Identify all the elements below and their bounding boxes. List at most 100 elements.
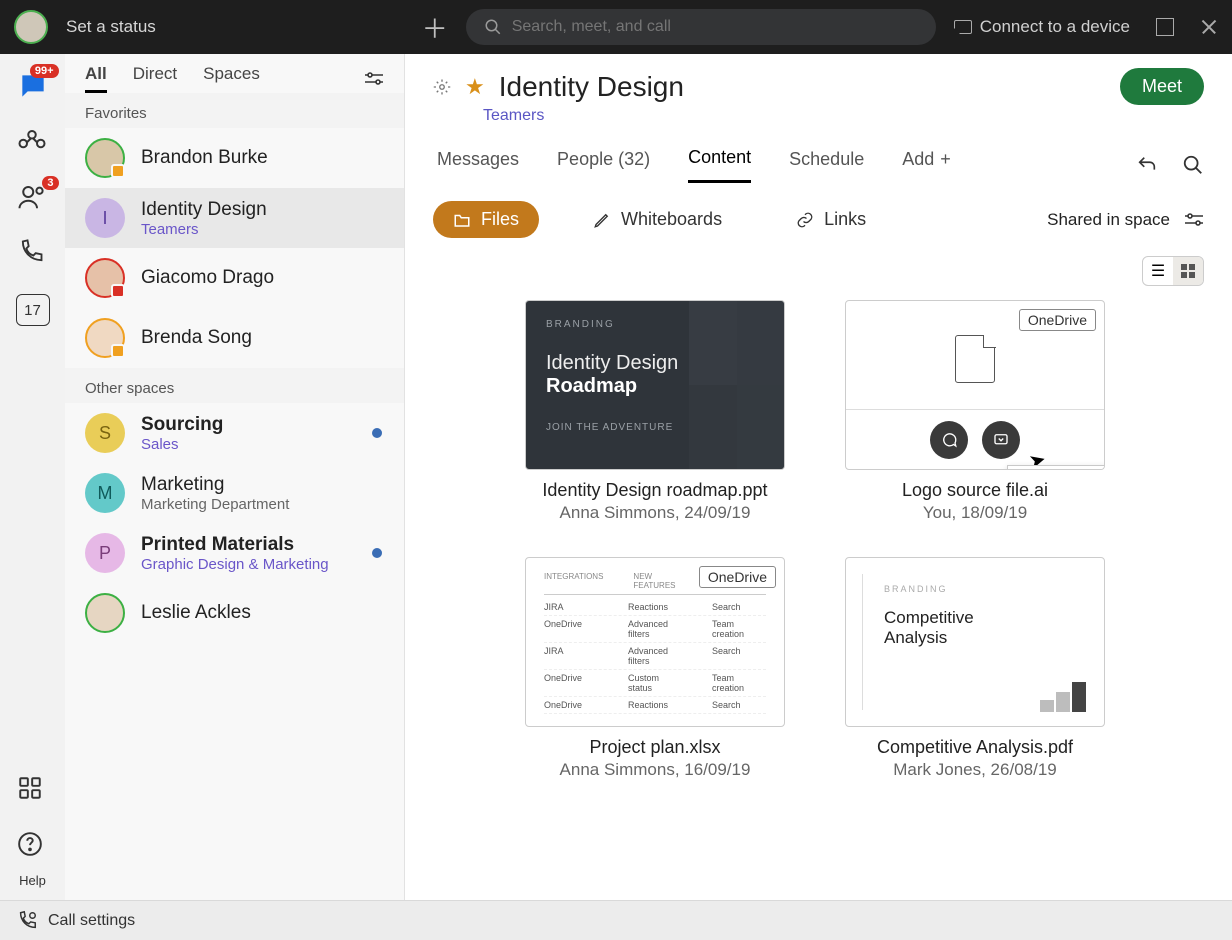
space-avatar: P xyxy=(85,533,125,573)
content-tab-whiteboards[interactable]: Whiteboards xyxy=(573,201,742,238)
sidebar-item-marketing[interactable]: M Marketing Marketing Department xyxy=(65,463,404,523)
favorite-star-icon[interactable]: ★ xyxy=(465,74,485,100)
content-tab-label: Files xyxy=(481,209,519,230)
search-icon xyxy=(484,18,502,36)
nav-messaging-badge: 99+ xyxy=(30,64,59,78)
calendar-day-number: 17 xyxy=(24,302,41,319)
view-toggle: ☰ xyxy=(1142,256,1204,286)
sidebar-tab-direct[interactable]: Direct xyxy=(133,64,177,93)
sidebar-item-printed[interactable]: P Printed Materials Graphic Design & Mar… xyxy=(65,523,404,583)
file-card[interactable]: BRANDING Identity Design Roadmap JOIN TH… xyxy=(525,300,785,523)
sidebar-item-label: Leslie Ackles xyxy=(141,602,251,624)
call-settings-icon[interactable] xyxy=(16,910,38,932)
main-panel: ★ Identity Design Meet Teamers Messages … xyxy=(405,54,1232,900)
connect-device-label: Connect to a device xyxy=(980,17,1130,37)
content-tab-files[interactable]: Files xyxy=(433,201,539,238)
space-avatar: S xyxy=(85,413,125,453)
search-box[interactable] xyxy=(466,9,936,45)
self-avatar[interactable] xyxy=(14,10,48,44)
nav-apps[interactable] xyxy=(17,775,49,807)
content-tab-label: Links xyxy=(824,209,866,230)
file-icon xyxy=(955,335,995,383)
nav-help-label: Help xyxy=(19,873,46,888)
nav-messaging[interactable]: 99+ xyxy=(17,70,49,102)
onedrive-badge: OneDrive xyxy=(699,566,776,588)
sidebar-item-label: Brenda Song xyxy=(141,327,252,349)
sidebar-section-other: Other spaces xyxy=(65,368,404,403)
tooltip: Update file share xyxy=(1007,465,1105,470)
sidebar-item-label: Sourcing xyxy=(141,414,223,436)
sidebar-tab-spaces[interactable]: Spaces xyxy=(203,64,260,93)
sidebar-item-brandon[interactable]: Brandon Burke xyxy=(65,128,404,188)
tab-add[interactable]: Add+ xyxy=(902,149,951,182)
space-title: Identity Design xyxy=(499,71,684,103)
nav-help[interactable] xyxy=(17,831,49,863)
file-share-update-button[interactable] xyxy=(982,421,1020,459)
content-tab-links[interactable]: Links xyxy=(776,201,886,238)
thumb-title: Competitive Analysis xyxy=(884,608,1004,649)
file-name: Logo source file.ai xyxy=(845,480,1105,501)
file-name: Identity Design roadmap.ppt xyxy=(525,480,785,501)
shared-in-space[interactable]: Shared in space xyxy=(1047,210,1170,230)
tab-messages[interactable]: Messages xyxy=(437,149,519,182)
filter-icon[interactable] xyxy=(1184,213,1204,227)
file-meta: Mark Jones, 26/08/19 xyxy=(845,760,1105,780)
status-bar: Call settings xyxy=(0,900,1232,940)
sidebar-item-label: Marketing xyxy=(141,474,289,496)
sidebar-item-leslie[interactable]: Leslie Ackles xyxy=(65,583,404,643)
file-thumbnail: BRANDING Identity Design Roadmap JOIN TH… xyxy=(525,300,785,470)
plus-icon: + xyxy=(940,149,951,170)
space-avatar: M xyxy=(85,473,125,513)
reply-icon[interactable] xyxy=(1136,154,1158,176)
bar-chart-icon xyxy=(1040,682,1086,712)
tab-schedule[interactable]: Schedule xyxy=(789,149,864,182)
sidebar-filter-icon[interactable] xyxy=(364,72,384,86)
tab-content[interactable]: Content xyxy=(688,147,751,183)
space-settings-icon[interactable] xyxy=(433,78,451,96)
meet-button[interactable]: Meet xyxy=(1120,68,1204,105)
sidebar-item-identity-design[interactable]: I Identity Design Teamers xyxy=(65,188,404,248)
content-type-tabs: Files Whiteboards Links Shared in space xyxy=(405,183,1232,256)
unread-dot xyxy=(372,428,382,438)
thumb-kicker: BRANDING xyxy=(884,584,1080,594)
sidebar-item-sourcing[interactable]: S Sourcing Sales xyxy=(65,403,404,463)
file-name: Competitive Analysis.pdf xyxy=(845,737,1105,758)
sidebar-item-sublabel: Sales xyxy=(141,436,223,453)
file-name: Project plan.xlsx xyxy=(525,737,785,758)
space-team-link[interactable]: Teamers xyxy=(483,107,1204,125)
window-close[interactable] xyxy=(1200,18,1218,36)
sidebar-item-label: Printed Materials xyxy=(141,534,329,556)
new-action-button[interactable]: ＋ xyxy=(422,9,448,46)
nav-teams[interactable] xyxy=(17,126,49,158)
file-card[interactable]: BRANDING Competitive Analysis Competitiv… xyxy=(845,557,1105,780)
tab-people[interactable]: People (32) xyxy=(557,149,650,182)
nav-contacts[interactable]: 3 xyxy=(17,182,49,214)
file-meta: Anna Simmons, 24/09/19 xyxy=(525,503,785,523)
folder-icon xyxy=(453,212,471,228)
link-icon xyxy=(796,211,814,229)
pencil-icon xyxy=(593,211,611,229)
view-grid-button[interactable] xyxy=(1173,257,1203,285)
file-chat-button[interactable] xyxy=(930,421,968,459)
file-thumbnail: BRANDING Competitive Analysis xyxy=(845,557,1105,727)
window-maximize[interactable] xyxy=(1156,18,1174,36)
space-avatar: I xyxy=(85,198,125,238)
file-card[interactable]: OneDrive INTEGRATIONSNEW FEATURESIMPROVE… xyxy=(525,557,785,780)
nav-calls[interactable] xyxy=(17,238,49,270)
sidebar-item-brenda[interactable]: Brenda Song xyxy=(65,308,404,368)
file-card[interactable]: OneDrive ➤ Update file share Logo source… xyxy=(845,300,1105,523)
search-input[interactable] xyxy=(512,18,918,36)
view-list-button[interactable]: ☰ xyxy=(1143,257,1173,285)
nav-calendar[interactable]: 17 xyxy=(16,294,50,326)
sidebar-item-giacomo[interactable]: Giacomo Drago xyxy=(65,248,404,308)
call-settings-label[interactable]: Call settings xyxy=(48,912,135,930)
file-meta: Anna Simmons, 16/09/19 xyxy=(525,760,785,780)
sidebar-item-sublabel: Marketing Department xyxy=(141,496,289,513)
connect-device[interactable]: Connect to a device xyxy=(954,17,1130,37)
sidebar-item-sublabel: Graphic Design & Marketing xyxy=(141,556,329,573)
sidebar-item-label: Identity Design xyxy=(141,199,267,221)
sidebar-tabs: All Direct Spaces xyxy=(65,54,404,93)
set-status[interactable]: Set a status xyxy=(66,17,156,37)
sidebar-tab-all[interactable]: All xyxy=(85,64,107,93)
search-in-space-icon[interactable] xyxy=(1182,154,1204,176)
